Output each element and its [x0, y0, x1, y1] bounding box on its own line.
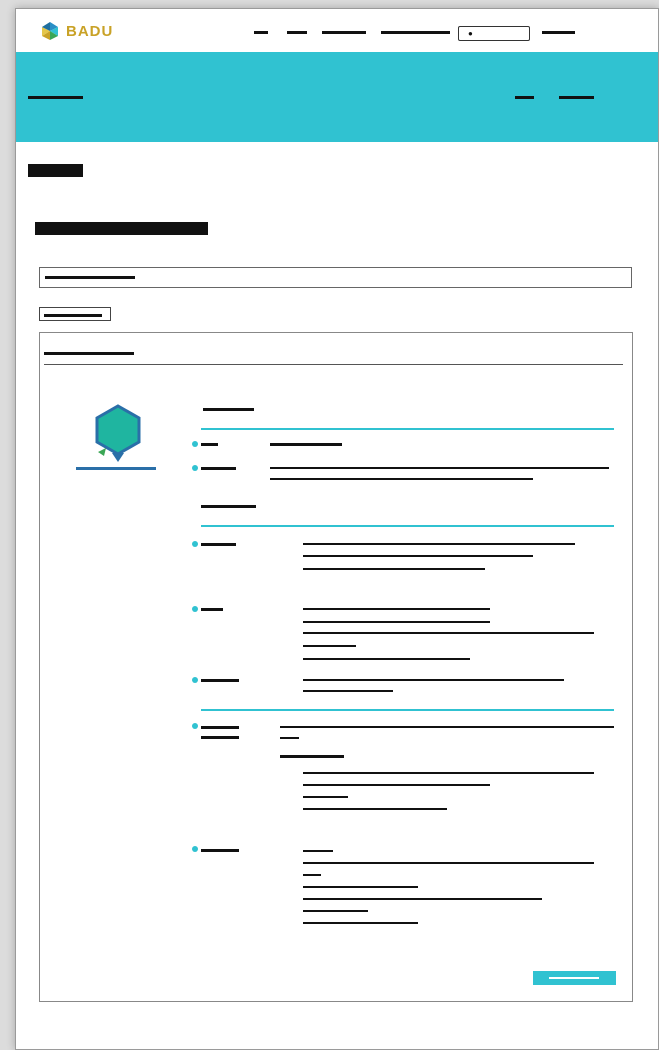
top-navigation: BADU ● [16, 9, 658, 52]
divider [76, 467, 156, 470]
bullet-icon [192, 723, 198, 729]
field-label [201, 608, 223, 611]
bullet-icon [192, 677, 198, 683]
page-banner [16, 52, 658, 142]
bullet-icon [192, 606, 198, 612]
field-subheading [280, 755, 344, 758]
divider [44, 364, 623, 365]
section-heading [203, 408, 254, 411]
search-input[interactable] [39, 267, 632, 288]
bullet-icon [192, 846, 198, 852]
card-heading [44, 352, 134, 355]
search-placeholder [45, 276, 135, 279]
banner-link-1[interactable] [515, 96, 534, 99]
field-label [201, 679, 239, 682]
login-button[interactable]: ● [458, 26, 530, 41]
divider [201, 428, 614, 430]
banner-title [28, 96, 83, 99]
bullet-icon [192, 541, 198, 547]
details-card [39, 332, 633, 1002]
section-title [35, 222, 208, 235]
divider [201, 709, 614, 711]
field-label [201, 543, 236, 546]
divider [201, 525, 614, 527]
nav-link-3[interactable] [322, 31, 366, 34]
nav-link-2[interactable] [287, 31, 307, 34]
hexagon-badge-icon [95, 404, 141, 462]
bullet-icon [192, 441, 198, 447]
filter-button[interactable] [39, 307, 111, 321]
field-label [201, 726, 239, 729]
banner-link-2[interactable] [559, 96, 594, 99]
person-icon: ● [468, 29, 473, 38]
field-label [201, 849, 239, 852]
page: BADU ● [15, 8, 659, 1050]
submit-button[interactable] [533, 971, 616, 985]
nav-link-5[interactable] [542, 31, 575, 34]
field-label [201, 443, 218, 446]
badu-logo-icon [42, 22, 58, 40]
section-heading [201, 505, 256, 508]
field-value [270, 443, 342, 446]
bullet-icon [192, 465, 198, 471]
field-label [201, 467, 236, 470]
page-heading [28, 164, 83, 177]
nav-link-4[interactable] [381, 31, 450, 34]
brand-logo[interactable]: BADU [40, 21, 113, 41]
nav-link-1[interactable] [254, 31, 268, 34]
brand-name: BADU [66, 22, 114, 40]
